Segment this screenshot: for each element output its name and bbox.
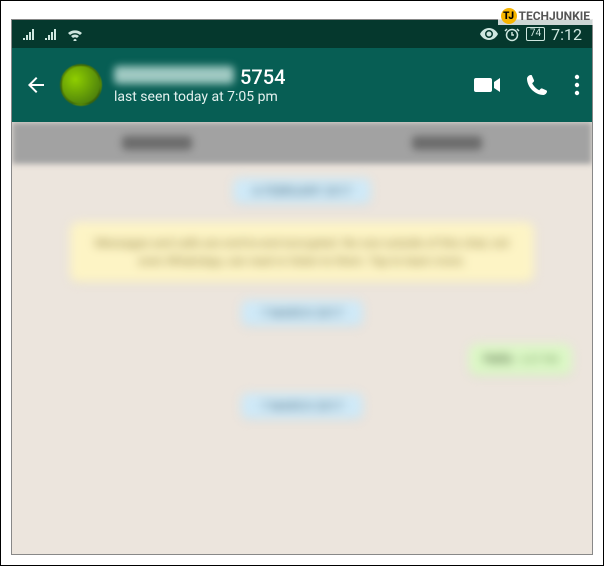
signal-icon-1 <box>22 28 36 40</box>
message-text: Hello <box>483 352 513 367</box>
eye-icon <box>480 28 498 40</box>
header-actions <box>474 74 580 96</box>
more-options-icon[interactable] <box>574 74 580 96</box>
signal-icon-2 <box>44 28 58 40</box>
alarm-icon <box>504 26 520 42</box>
clock-text: 7:12 <box>551 25 582 44</box>
status-right: 74 7:12 <box>480 25 582 44</box>
status-left <box>22 27 84 41</box>
phone-frame: 74 7:12 5754 last seen today at 7:05 pm <box>11 19 593 555</box>
encryption-notice[interactable]: Messages and calls are end-to-end encryp… <box>70 222 534 282</box>
avatar[interactable] <box>60 64 102 106</box>
watermark: TJ TECHJUNKIE <box>498 7 593 25</box>
last-seen-text: last seen today at 7:05 pm <box>114 89 462 106</box>
outgoing-message[interactable]: Hello 6:57 PM <box>469 344 572 375</box>
contact-name: 5754 <box>114 65 462 89</box>
message-time: 6:57 PM <box>521 355 558 366</box>
voice-call-icon[interactable] <box>526 74 548 96</box>
date-chip: 7 MARCH 2017 <box>241 300 363 326</box>
back-arrow-icon[interactable] <box>24 73 48 97</box>
wifi-icon <box>66 27 84 41</box>
contact-name-blurred <box>114 66 234 84</box>
battery-indicator: 74 <box>526 27 545 41</box>
messages-area[interactable]: A FEBRUARY 2017 Messages and calls are e… <box>12 164 592 433</box>
watermark-text: TECHJUNKIE <box>519 9 590 23</box>
header-text[interactable]: 5754 last seen today at 7:05 pm <box>114 65 462 106</box>
tab-strip-blurred <box>12 122 592 164</box>
chat-body: A FEBRUARY 2017 Messages and calls are e… <box>12 122 592 554</box>
watermark-logo: TJ <box>501 8 517 24</box>
date-chip: 7 MARCH 2017 <box>241 393 363 419</box>
date-chip: A FEBRUARY 2017 <box>233 178 372 204</box>
contact-suffix: 5754 <box>240 65 285 89</box>
chat-header: 5754 last seen today at 7:05 pm <box>12 48 592 122</box>
video-call-icon[interactable] <box>474 76 500 94</box>
